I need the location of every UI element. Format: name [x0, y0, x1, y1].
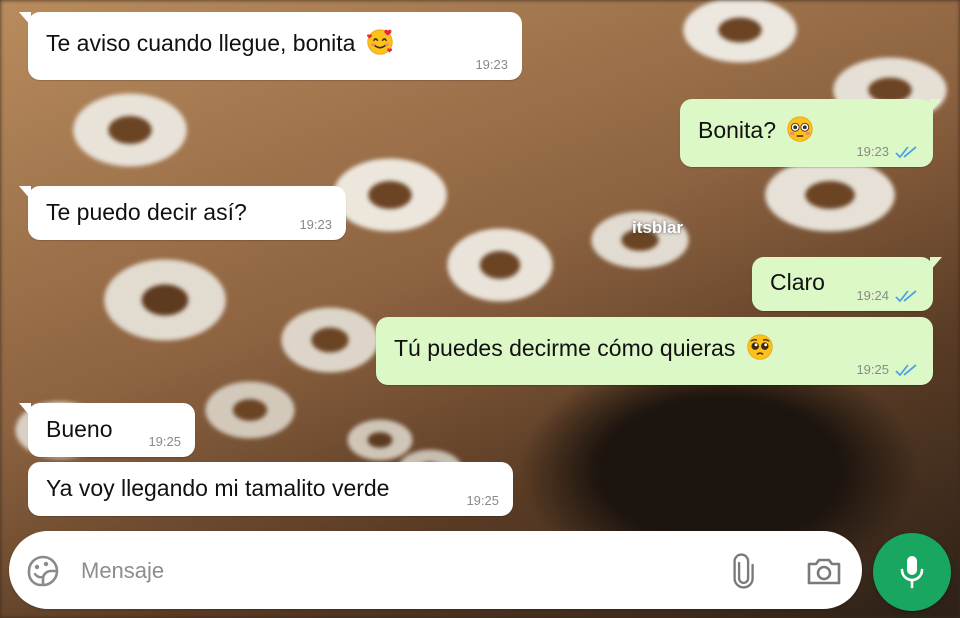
message-composer[interactable]: Mensaje	[9, 531, 862, 609]
pleading-face-icon	[747, 334, 773, 360]
message-time: 19:23	[856, 144, 889, 159]
message-time: 19:25	[148, 434, 181, 449]
read-ticks-icon	[895, 145, 917, 158]
message-meta: 19:23	[856, 144, 919, 159]
message-text-wrap: Tú puedes decirme cómo quieras	[394, 333, 774, 362]
message-meta: 19:23	[475, 57, 508, 72]
flushed-face-icon	[787, 116, 814, 142]
message-text: Te puedo decir así?	[46, 199, 247, 225]
sticker-icon[interactable]	[25, 553, 61, 589]
message-time: 19:24	[856, 288, 889, 303]
message-bubble-outgoing[interactable]: Claro 19:24	[752, 257, 942, 311]
message-text: Ya voy llegando mi tamalito verde	[46, 475, 390, 501]
message-meta: 19:25	[856, 362, 919, 377]
message-bubble-outgoing[interactable]: Tú puedes decirme cómo quieras 19:25	[376, 317, 933, 385]
message-bubble-incoming[interactable]: Te puedo decir así? 19:23	[19, 186, 346, 240]
mic-button[interactable]	[873, 533, 951, 611]
message-time: 19:23	[299, 217, 332, 232]
message-bubble-incoming[interactable]: Bueno 19:25	[19, 403, 195, 457]
read-ticks-icon	[895, 289, 917, 302]
watermark: itsblar	[632, 218, 684, 237]
message-meta: 19:24	[856, 288, 919, 303]
message-text: Claro	[770, 269, 825, 295]
message-meta: 19:25	[466, 493, 499, 508]
message-time: 19:25	[466, 493, 499, 508]
camera-icon[interactable]	[805, 554, 843, 588]
message-text-wrap: Bueno	[46, 415, 113, 443]
message-input-placeholder[interactable]: Mensaje	[81, 558, 164, 584]
message-text: Te aviso cuando llegue, bonita	[46, 30, 356, 56]
attach-icon[interactable]	[731, 553, 759, 589]
message-text-wrap: Te puedo decir así?	[46, 198, 247, 226]
read-ticks-icon	[895, 363, 917, 376]
message-meta: 19:25	[148, 434, 181, 449]
message-text-wrap: Ya voy llegando mi tamalito verde	[46, 474, 389, 502]
message-bubble-incoming[interactable]: Te aviso cuando llegue, bonita 19:23	[19, 12, 522, 80]
message-time: 19:25	[856, 362, 889, 377]
mic-icon	[900, 556, 924, 589]
message-text-wrap: Te aviso cuando llegue, bonita	[46, 28, 394, 57]
message-text-wrap: Bonita?	[698, 115, 814, 144]
message-bubble-outgoing[interactable]: Bonita? 19:23	[680, 99, 942, 167]
message-time: 19:23	[475, 57, 508, 72]
message-text-wrap: Claro	[770, 268, 825, 296]
message-text: Tú puedes decirme cómo quieras	[394, 335, 736, 361]
message-text: Bueno	[46, 416, 113, 442]
message-bubble-incoming[interactable]: Ya voy llegando mi tamalito verde 19:25	[28, 462, 513, 516]
message-meta: 19:23	[299, 217, 332, 232]
smiling-face-with-hearts-icon	[366, 29, 393, 55]
message-text: Bonita?	[698, 117, 777, 143]
